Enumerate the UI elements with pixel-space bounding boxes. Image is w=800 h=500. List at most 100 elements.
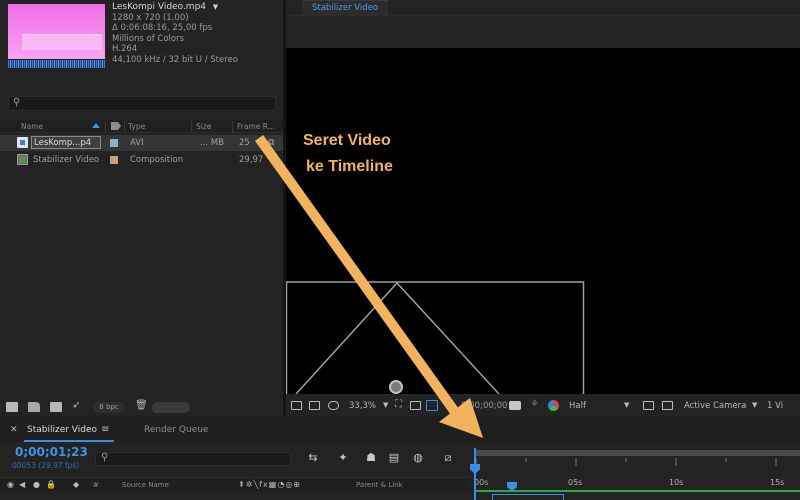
parent-link-column[interactable]: Parent & Link <box>356 481 403 489</box>
current-time[interactable]: 0;00;01;23 <box>15 445 88 459</box>
transparency-grid-icon[interactable] <box>662 401 673 410</box>
frame-count: 00053 (29.97 fps) <box>12 461 80 470</box>
footage-audio: 44,100 kHz / 32 bit U / Stereo <box>112 54 238 65</box>
new-composition-icon[interactable] <box>50 402 62 412</box>
project-item-type: Composition <box>130 155 184 165</box>
footage-colors: Millions of Colors <box>112 33 185 44</box>
monitor-icon[interactable] <box>309 401 320 410</box>
layer-duration-bar[interactable] <box>492 494 564 500</box>
annotation-line-2: ke Timeline <box>306 158 393 175</box>
resolution-dropdown-icon[interactable]: ▼ <box>624 401 629 409</box>
ruler-label: 10s <box>669 478 684 487</box>
playhead[interactable] <box>474 448 476 500</box>
zoom-level[interactable]: 33,3% <box>349 401 376 411</box>
footage-file-icon <box>17 137 28 148</box>
network-icon: ⧉ <box>268 138 275 148</box>
viewer-timecode[interactable]: 0;00;00;00 <box>461 401 507 411</box>
panel-menu-icon[interactable]: ≡ <box>101 424 109 435</box>
switches-icon[interactable]: ⇞✲╲fx▦◔◎⊕ <box>238 480 301 489</box>
column-size[interactable]: Size <box>196 122 211 131</box>
ruler-label: 05s <box>568 478 583 487</box>
bit-depth-button[interactable]: 8 bpc <box>93 402 125 413</box>
column-frame-rate[interactable]: Frame R... <box>237 122 275 131</box>
project-search-input[interactable]: ⚲ <box>8 96 276 111</box>
project-column-header: Name Type Size Frame R... <box>0 120 283 133</box>
annotation-line-1: Seret Video <box>303 132 391 149</box>
label-tag-icon[interactable]: ◆ <box>73 480 79 489</box>
search-icon: ⚲ <box>13 97 21 108</box>
solo-icon[interactable]: ● <box>33 480 40 489</box>
anchor-point-icon[interactable] <box>389 380 403 394</box>
snapshot-icon[interactable] <box>509 401 521 410</box>
adobe-dynamic-link-icon[interactable]: ➶ <box>72 400 84 411</box>
channel-icon[interactable] <box>548 400 559 411</box>
project-item-composition[interactable]: Stabilizer Video Composition 29,97 <box>0 152 283 168</box>
work-area-bar[interactable] <box>474 450 800 456</box>
interpret-footage-icon[interactable] <box>6 402 18 412</box>
lock-icon[interactable]: 🔒 <box>46 480 56 489</box>
zoom-dropdown-icon[interactable]: ▼ <box>383 401 388 409</box>
project-bottom-bar: ➶ 8 bpc 🗑 <box>0 399 283 416</box>
project-panel: LesKompi Video.mp4 ▼ 1280 x 720 (1,00) Δ… <box>0 0 283 416</box>
footage-codec: H.264 <box>112 44 138 54</box>
viewer-tab[interactable]: Stabilizer Video <box>302 0 389 15</box>
show-snapshot-icon[interactable]: ⚘ <box>530 399 539 410</box>
shy-layers-icon[interactable]: ☗ <box>365 452 377 464</box>
composition-canvas[interactable] <box>286 48 800 394</box>
audio-waveform <box>8 60 105 68</box>
motion-blur-icon[interactable]: ◍ <box>412 452 424 464</box>
project-item-name[interactable]: LesKomp...p4 <box>31 136 101 149</box>
composition-viewer: Stabilizer Video 33,3% ▼ ⛶ 0;00;00;00 ⚘ … <box>286 0 800 416</box>
always-preview-icon[interactable] <box>291 401 302 410</box>
grid-icon[interactable] <box>410 401 421 410</box>
footage-duration: Δ 0:06:08:16, 25,00 fps <box>112 23 213 33</box>
frame-blending-icon[interactable]: ▤ <box>388 452 400 464</box>
layer-column-header: ◉ ◀ ● 🔒 ◆ # Source Name ⇞✲╲fx▦◔◎⊕ Parent… <box>0 477 470 491</box>
viewer-toolbar: 33,3% ▼ ⛶ 0;00;00;00 ⚘ Half ▼ Active Cam… <box>286 396 800 416</box>
close-icon[interactable]: ✕ <box>10 425 18 435</box>
sort-ascending-icon[interactable] <box>92 123 100 128</box>
label-tag-icon[interactable] <box>111 122 121 130</box>
tab-stabilizer-video[interactable]: Stabilizer Video <box>27 425 97 435</box>
trash-icon[interactable]: 🗑 <box>135 400 148 411</box>
camera-dropdown-icon[interactable]: ▼ <box>752 401 757 409</box>
column-name[interactable]: Name <box>21 122 43 131</box>
region-of-interest-icon[interactable] <box>643 401 654 410</box>
timeline-tabs: ✕ Stabilizer Video ≡ Render Queue <box>0 420 800 442</box>
project-item-size: ... MB <box>200 138 224 148</box>
source-name-column[interactable]: Source Name <box>122 481 169 489</box>
graph-editor-icon[interactable]: ⧄ <box>442 452 454 464</box>
vr-icon[interactable] <box>328 401 339 410</box>
label-color-swatch[interactable] <box>110 139 118 147</box>
project-item-frame-rate: 25 <box>239 138 250 148</box>
tab-render-queue[interactable]: Render Queue <box>144 425 208 435</box>
composition-mini-flowchart-icon[interactable]: ⇆ <box>307 452 319 464</box>
composition-icon <box>17 154 28 165</box>
eye-icon[interactable]: ◉ <box>7 480 14 489</box>
camera-select[interactable]: Active Camera <box>684 401 746 411</box>
project-item-frame-rate: 29,97 <box>239 155 264 165</box>
layer-number-column: # <box>93 481 99 489</box>
project-item-type: AVI <box>130 138 144 148</box>
column-type[interactable]: Type <box>128 122 145 131</box>
draft-3d-icon[interactable]: ✦ <box>337 452 349 464</box>
project-item-footage[interactable]: LesKomp...p4 AVI ... MB 25 ⧉ <box>0 135 283 151</box>
project-item-name[interactable]: Stabilizer Video <box>33 155 99 165</box>
footage-info: LesKompi Video.mp4 ▼ 1280 x 720 (1,00) Δ… <box>112 2 238 65</box>
time-ruler[interactable]: 00s 05s 10s 15s <box>470 442 800 500</box>
render-status-bar <box>476 490 800 492</box>
ruler-label: 15s <box>770 478 785 487</box>
new-folder-icon[interactable] <box>28 402 40 412</box>
fit-icon[interactable]: ⛶ <box>395 399 402 410</box>
resolution-select[interactable]: Half <box>569 401 586 411</box>
timeline-search-input[interactable]: ⚲ <box>95 452 291 466</box>
views-select[interactable]: 1 Vi <box>767 401 783 411</box>
audio-icon[interactable]: ◀ <box>19 480 25 489</box>
footage-thumbnail <box>8 4 105 59</box>
mask-visibility-icon[interactable] <box>426 400 438 411</box>
footage-name: LesKompi Video.mp4 <box>112 2 207 12</box>
ruler-label: 00s <box>474 478 489 487</box>
label-color-swatch[interactable] <box>110 156 118 164</box>
project-scrollbar[interactable] <box>152 402 190 413</box>
footage-menu-icon[interactable]: ▼ <box>213 3 218 11</box>
